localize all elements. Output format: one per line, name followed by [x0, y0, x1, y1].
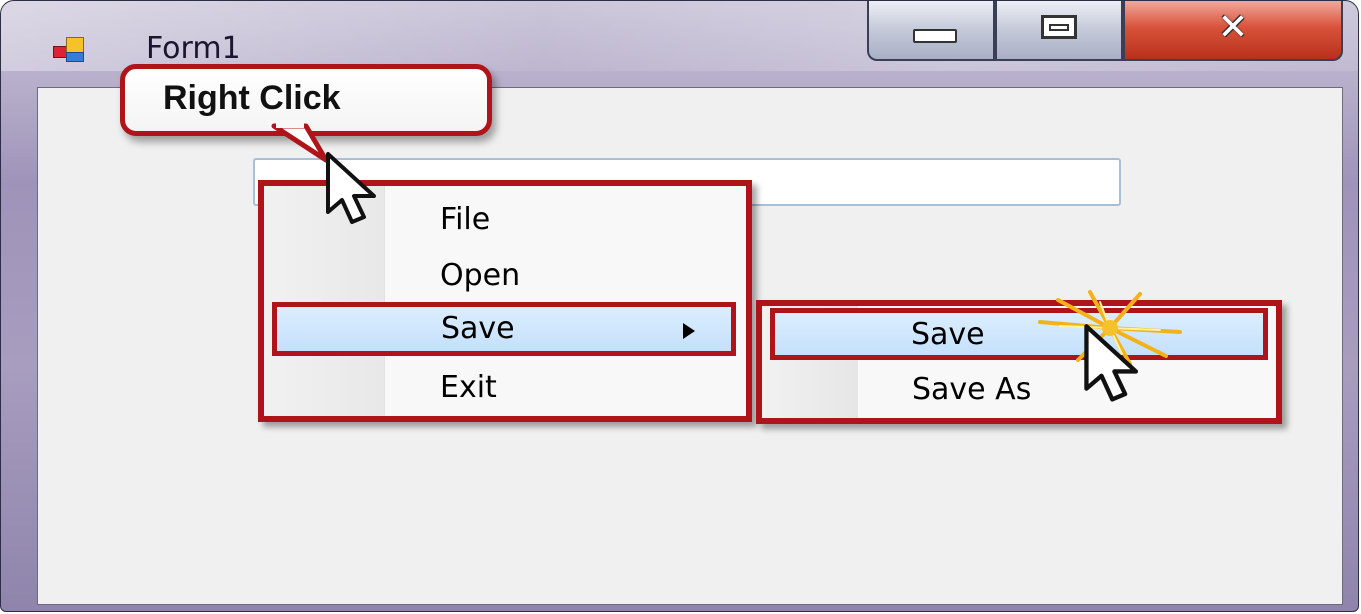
form-app-icon[interactable] — [53, 37, 84, 63]
caption-buttons: ✕ — [867, 1, 1343, 65]
close-button[interactable]: ✕ — [1123, 1, 1343, 61]
minimize-button[interactable] — [867, 1, 995, 61]
mouse-cursor-icon — [1084, 324, 1139, 402]
submenu-item-label: Save As — [912, 372, 1032, 407]
menu-item-label: Exit — [440, 370, 497, 405]
menu-item-label: Save — [441, 311, 515, 346]
submenu-item-label: Save — [911, 317, 985, 352]
close-icon: ✕ — [1217, 7, 1249, 48]
mouse-cursor-icon — [326, 152, 376, 224]
submenu-arrow-icon — [683, 323, 695, 339]
maximize-button[interactable] — [995, 1, 1123, 61]
window-title: Form1 — [146, 31, 241, 66]
save-submenu: Save Save As — [756, 300, 1282, 424]
submenu-item-save-as[interactable]: Save As — [762, 366, 1276, 420]
menu-item-open[interactable]: Open — [264, 250, 746, 306]
menu-item-label: File — [440, 202, 491, 237]
maximize-icon — [1041, 15, 1077, 39]
menu-item-save[interactable]: Save — [272, 302, 736, 356]
menu-item-exit[interactable]: Exit — [264, 362, 746, 418]
menu-item-label: Open — [440, 258, 521, 293]
minimize-icon — [913, 29, 957, 43]
submenu-item-save[interactable]: Save — [770, 308, 1268, 360]
callout-label: Right Click — [163, 79, 341, 117]
